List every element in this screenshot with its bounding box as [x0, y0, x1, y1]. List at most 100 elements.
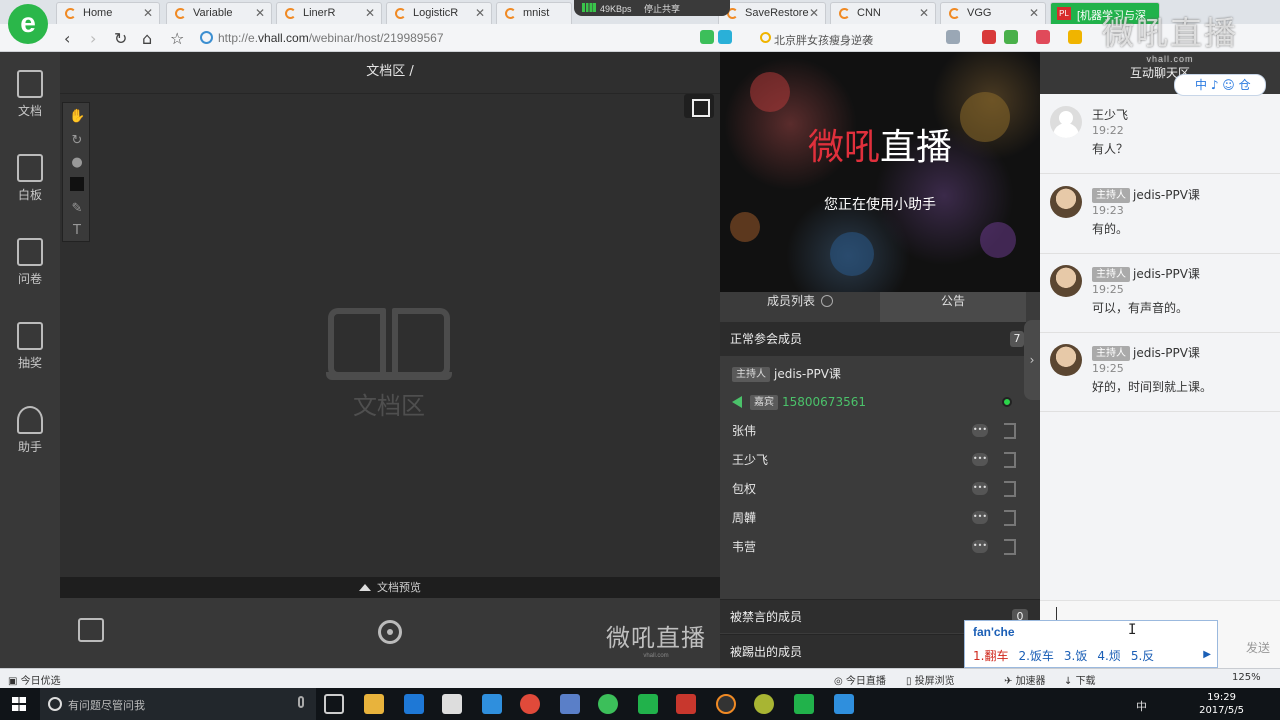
chat-bubble-icon[interactable]: ••• — [972, 482, 988, 495]
sidebar-item-document[interactable]: 文档 — [0, 56, 60, 126]
member-count-badge: 7 — [1010, 331, 1024, 347]
ime-language[interactable]: 中 — [1136, 698, 1147, 714]
chrome-icon[interactable] — [520, 694, 540, 714]
kick-icon[interactable] — [1004, 539, 1016, 555]
rotate-icon[interactable]: ↻ — [69, 133, 85, 149]
kick-icon[interactable] — [1004, 481, 1016, 497]
sidebar-item-whiteboard[interactable]: 白板 — [0, 140, 60, 210]
chat-bubble-icon[interactable]: ••• — [972, 511, 988, 524]
zoom-level[interactable]: 125% — [1232, 672, 1261, 683]
windows-start-icon[interactable] — [12, 697, 26, 711]
app4-icon[interactable] — [834, 694, 854, 714]
extension-icon[interactable] — [700, 30, 714, 44]
lightning-icon[interactable] — [718, 30, 732, 44]
browser-taskbar-icon[interactable] — [598, 694, 618, 714]
tab-saverestore[interactable]: SaveRestore ✕ — [718, 2, 826, 24]
sidebar-item-survey[interactable]: 问卷 — [0, 224, 60, 294]
left-sidebar: 文档 白板 问卷 抽奖 助手 — [0, 52, 60, 668]
tab-linerr[interactable]: LinerR ✕ — [276, 2, 382, 24]
grid-icon[interactable] — [946, 30, 960, 44]
chat-bubble-icon[interactable]: ••• — [972, 453, 988, 466]
star-icon[interactable]: ☆ — [170, 29, 184, 48]
normal-members-header[interactable]: 正常参会成员 7 — [720, 322, 1026, 356]
fullscreen-icon[interactable] — [684, 94, 714, 118]
ime-candidate[interactable]: 4.烦 — [1097, 649, 1120, 663]
send-button[interactable]: 发送 — [1246, 639, 1270, 656]
ime-candidate[interactable]: 3.饭 — [1064, 649, 1087, 663]
ime-candidate[interactable]: 5.反 — [1131, 649, 1154, 663]
edge-icon[interactable] — [404, 694, 424, 714]
ad-icon[interactable] — [1036, 30, 1050, 44]
close-icon[interactable]: ✕ — [809, 6, 819, 20]
search-input[interactable]: 北京胖女孩瘦身逆袭 — [756, 28, 936, 48]
block-icon[interactable] — [982, 30, 996, 44]
kick-icon[interactable] — [1004, 423, 1016, 439]
tab-logisticr[interactable]: LogisticR ✕ — [386, 2, 492, 24]
kick-icon[interactable] — [1004, 510, 1016, 526]
close-icon[interactable]: ✕ — [255, 6, 265, 20]
tab-variable[interactable]: Variable ✕ — [166, 2, 272, 24]
back-icon[interactable]: ‹ — [64, 29, 70, 48]
close-icon[interactable]: ✕ — [919, 6, 929, 20]
stop-share-label[interactable]: 停止共享 — [644, 4, 680, 14]
ime-candidate[interactable]: 1.翻车 — [973, 649, 1008, 663]
tab-cnn[interactable]: CNN ✕ — [830, 2, 936, 24]
document-preview-toggle[interactable]: 文档预览 — [60, 577, 720, 598]
ime-status-bar[interactable]: 中 ♪ ☺ 仓 — [1174, 74, 1266, 96]
store-icon[interactable] — [442, 694, 462, 714]
hand-icon[interactable]: ✋ — [69, 109, 85, 125]
tab-vgg[interactable]: VGG ✕ — [940, 2, 1046, 24]
chat-message: 主持人 jedis-PPV课 19:25 可以，有声音的。 — [1040, 253, 1280, 333]
task-view-icon[interactable] — [324, 694, 344, 714]
file-explorer-icon[interactable] — [364, 694, 384, 714]
text-tool-icon[interactable]: T — [69, 223, 85, 239]
browser-tabbar: Home ✕ Variable ✕ LinerR ✕ LogisticR ✕ mnist… — [0, 0, 1280, 24]
sidebar-item-assistant[interactable]: 助手 — [0, 392, 60, 462]
pycharm-icon[interactable] — [638, 694, 658, 714]
app3-icon[interactable] — [794, 694, 814, 714]
system-clock[interactable]: 19:29 2017/5/5 — [1199, 691, 1244, 717]
jupyter-icon[interactable] — [716, 694, 736, 714]
ime-candidate[interactable]: 2.饭车 — [1018, 649, 1053, 663]
chat-bubble-icon[interactable]: ••• — [972, 424, 988, 437]
ime-next-page-icon[interactable]: ▶ — [1203, 649, 1211, 660]
tab-notice[interactable]: 公告 — [880, 292, 1026, 322]
folder-icon[interactable] — [1068, 30, 1082, 44]
app-icon[interactable] — [482, 694, 502, 714]
tab-mnist[interactable]: mnist — [496, 2, 572, 24]
close-icon[interactable]: ✕ — [1029, 6, 1039, 20]
close-icon[interactable]: ✕ — [365, 6, 375, 20]
share-icon[interactable] — [78, 618, 104, 642]
kick-icon[interactable] — [1004, 452, 1016, 468]
close-icon[interactable]: ✕ — [475, 6, 485, 20]
collapse-panel-icon[interactable]: › — [1024, 320, 1040, 400]
forward-icon[interactable]: › — [90, 29, 96, 48]
today-picks-link[interactable]: ▣ 今日优选 — [8, 672, 61, 687]
shield-icon[interactable] — [1004, 30, 1018, 44]
microphone-icon[interactable] — [298, 696, 304, 708]
color-swatch-icon[interactable] — [70, 177, 84, 191]
tab-member-list[interactable]: 成员列表 — [720, 292, 880, 322]
eraser-icon[interactable]: ✎ — [69, 201, 85, 217]
close-icon[interactable]: ✕ — [143, 6, 153, 20]
browser-logo-icon[interactable]: e — [8, 4, 48, 44]
accelerator-link[interactable]: ✈ 加速器 — [1004, 672, 1046, 687]
today-live-link[interactable]: ◎ 今日直播 — [834, 672, 886, 687]
home-icon[interactable]: ⌂ — [142, 29, 152, 48]
screen-share-indicator[interactable]: 49KBps 停止共享 — [574, 0, 730, 16]
url-input[interactable]: http://e.vhall.com/webinar/host/21998956… — [196, 28, 696, 48]
vs-icon[interactable] — [560, 694, 580, 714]
dot-icon[interactable]: ● — [69, 155, 85, 171]
tab-home[interactable]: Home ✕ — [56, 2, 160, 24]
powerpoint-icon[interactable] — [676, 694, 696, 714]
gear-icon[interactable] — [378, 620, 402, 644]
reload-icon[interactable]: ↻ — [114, 29, 127, 48]
cast-link[interactable]: ▯ 投屏浏览 — [906, 672, 955, 687]
download-link[interactable]: ↓ 下载 — [1064, 672, 1096, 687]
chat-bubble-icon[interactable]: ••• — [972, 540, 988, 553]
document-icon — [17, 70, 43, 98]
sidebar-item-lottery[interactable]: 抽奖 — [0, 308, 60, 378]
taskbar-search[interactable]: 有问题尽管问我 — [40, 688, 316, 720]
app2-icon[interactable] — [754, 694, 774, 714]
member-panel: 成员列表 公告 正常参会成员 7 主持人 jedis-PPV课 嘉宾 15800673… — [720, 292, 1040, 668]
